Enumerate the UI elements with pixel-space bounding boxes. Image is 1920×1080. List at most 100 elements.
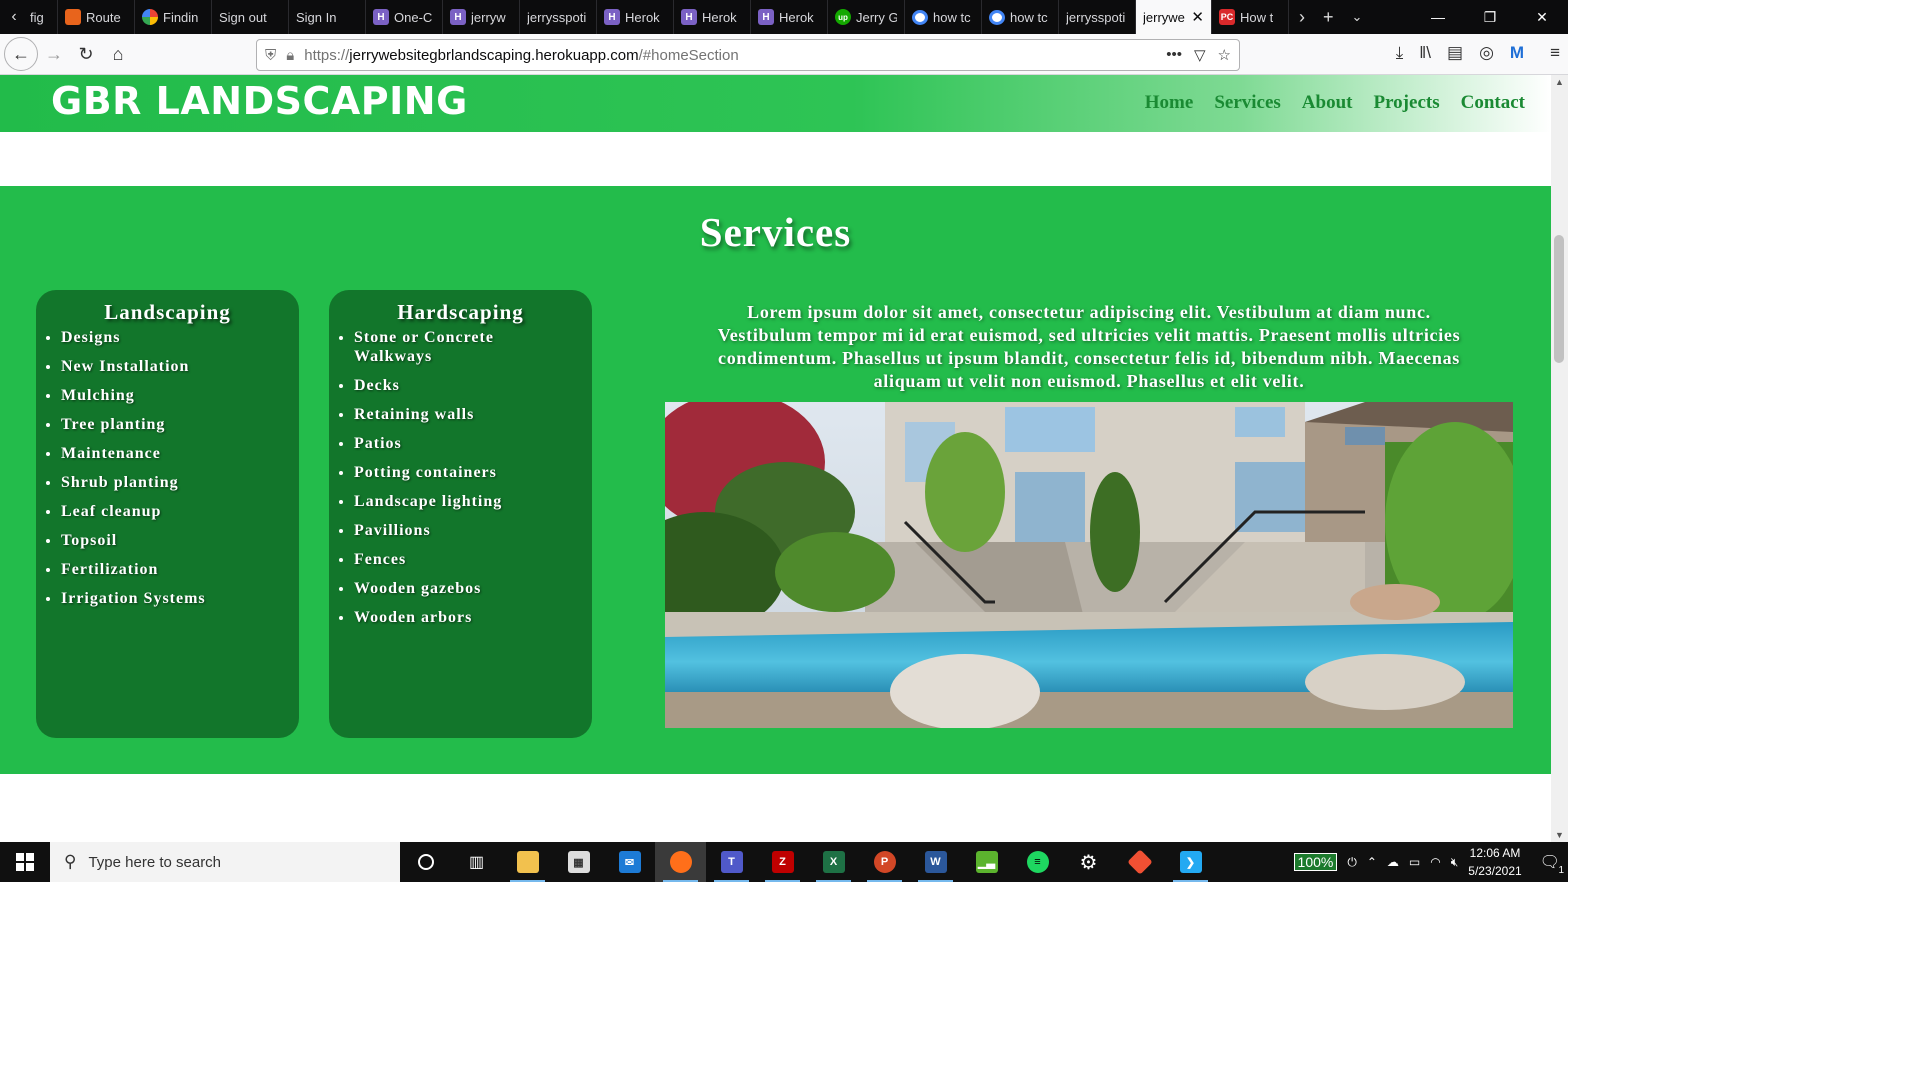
scrollbar-thumb[interactable] (1554, 235, 1564, 363)
file-explorer-icon[interactable] (502, 842, 553, 882)
back-button[interactable]: ← (4, 37, 38, 71)
heroku-favicon-icon: H (450, 9, 466, 25)
store-icon[interactable]: ▦ (553, 842, 604, 882)
nav-about[interactable]: About (1302, 92, 1353, 114)
browser-tab[interactable]: Route (58, 0, 135, 34)
tab-label: How t (1240, 9, 1274, 25)
restore-icon[interactable]: ❐ (1464, 9, 1516, 26)
services-description: Lorem ipsum dolor sit amet, consectetur … (717, 302, 1461, 391)
browser-tab-strip: ‹ fig Route Findin Sign out Sign In H One-C Hje… (0, 0, 1568, 34)
settings-gear-icon[interactable]: ⚙ (1063, 842, 1114, 882)
backyard-pool-photo (665, 402, 1513, 728)
tab-label: Route (86, 9, 121, 25)
browser-tab[interactable]: Sign In (289, 0, 366, 34)
wifi-icon[interactable]: ◠ (1430, 855, 1440, 869)
power-plug-icon: ⏻ (1347, 854, 1357, 869)
show-hidden-icons-icon[interactable]: ⌃ (1367, 855, 1377, 869)
tab-label: fig (30, 9, 44, 25)
battery-percent[interactable]: 100% (1293, 853, 1338, 871)
tab-label: jerrysspoti (1066, 9, 1126, 25)
landscaping-item: New Installation (61, 357, 299, 376)
numbers-app-icon[interactable]: ▁▃ (961, 842, 1012, 882)
new-tab-icon[interactable]: + (1323, 7, 1334, 28)
mail-icon[interactable]: ✉ (604, 842, 655, 882)
nav-contact[interactable]: Contact (1461, 92, 1525, 114)
taskbar-search[interactable]: ⚲ Type here to search (50, 842, 400, 882)
browser-tab[interactable]: H One-C (366, 0, 443, 34)
tracking-shield-icon[interactable]: ⛨ (265, 47, 276, 64)
route-favicon-icon (65, 9, 81, 25)
browser-tab[interactable]: how tc (905, 0, 982, 34)
downloads-icon[interactable]: ⤓ (1396, 43, 1404, 63)
browser-tab[interactable]: H Herok (751, 0, 828, 34)
heroku-favicon-icon: H (373, 9, 389, 25)
teams-icon[interactable]: T (706, 842, 757, 882)
browser-tab[interactable]: PC How t (1212, 0, 1289, 34)
volume-muted-icon[interactable]: 🔇︎ (1451, 855, 1459, 870)
hardscaping-item: Retaining walls (354, 405, 552, 424)
tab-list-menu-icon[interactable]: ⌄ (1352, 9, 1363, 25)
scroll-up-icon[interactable]: ▲ (1551, 77, 1568, 87)
browser-tab[interactable]: jerrysspoti (1059, 0, 1136, 34)
close-window-icon[interactable]: ✕ (1516, 9, 1568, 26)
sidebar-icon[interactable]: ▤ (1447, 43, 1463, 63)
pocket-icon[interactable]: ▽ (1194, 46, 1206, 64)
battery-icon[interactable]: ▭ (1409, 855, 1420, 869)
start-button[interactable] (0, 842, 50, 882)
cortana-icon[interactable] (400, 842, 451, 882)
spotify-icon[interactable]: ≡ (1012, 842, 1063, 882)
home-button[interactable]: ⌂ (102, 38, 134, 70)
url-bar[interactable]: ⛨ 🔒︎ https://jerrywebsitegbrlandscaping.… (256, 39, 1240, 71)
browser-tab[interactable]: jerrysspoti (520, 0, 597, 34)
excel-icon[interactable]: X (808, 842, 859, 882)
browser-tab[interactable]: H Herok (674, 0, 751, 34)
browser-tab[interactable]: Hjerryw (443, 0, 520, 34)
filezilla-icon[interactable]: Z (757, 842, 808, 882)
page-scrollbar[interactable]: ▲ ▼ (1551, 75, 1568, 842)
site-logo[interactable]: GBR LANDSCAPING (51, 79, 468, 123)
nav-home[interactable]: Home (1145, 92, 1194, 114)
powerpoint-icon[interactable]: P (859, 842, 910, 882)
library-icon[interactable]: ‖\ (1419, 43, 1431, 63)
landscaping-item: Shrub planting (61, 473, 299, 492)
firefox-icon[interactable] (655, 842, 706, 882)
bookmark-star-icon[interactable]: ☆ (1218, 46, 1231, 64)
browser-tab[interactable]: fig (28, 0, 58, 34)
toolbar-right: ⤓ ‖\ ▤ ◎ M ≡ (1396, 43, 1560, 63)
heroku-favicon-icon: H (681, 9, 697, 25)
site-header: GBR LANDSCAPING Home Services About Proj… (0, 75, 1551, 132)
browser-tab[interactable]: up Jerry G (828, 0, 905, 34)
browser-tab[interactable]: Findin (135, 0, 212, 34)
vscode-icon[interactable]: ❯ (1165, 842, 1216, 882)
reload-button[interactable]: ↻ (70, 38, 102, 70)
nav-projects[interactable]: Projects (1373, 92, 1439, 114)
browser-tab[interactable]: H Herok (597, 0, 674, 34)
tab-scroll-right-icon[interactable]: › (1299, 7, 1305, 28)
services-heading: Services (699, 209, 852, 255)
onedrive-cloud-icon[interactable]: ☁ (1387, 855, 1399, 869)
word-icon[interactable]: W (910, 842, 961, 882)
tab-scroll-left-icon[interactable]: ‹ (0, 0, 28, 34)
clock[interactable]: 12:06 AM 5/23/2021 (1468, 844, 1521, 880)
landscaping-item: Irrigation Systems (61, 589, 299, 608)
forward-button[interactable]: → (38, 38, 70, 70)
page-actions-icon[interactable]: ••• (1166, 46, 1182, 64)
account-icon[interactable]: ◎ (1479, 43, 1494, 63)
minimize-icon[interactable]: — (1412, 9, 1464, 25)
landscaping-item: Fertilization (61, 560, 299, 579)
close-tab-icon[interactable]: ✕ (1191, 8, 1204, 26)
browser-tab[interactable]: how tc (982, 0, 1059, 34)
nav-services[interactable]: Services (1214, 92, 1280, 114)
landscaping-item: Topsoil (61, 531, 299, 550)
hardscaping-item: Wooden gazebos (354, 579, 552, 598)
scroll-down-icon[interactable]: ▼ (1551, 830, 1568, 840)
browser-tab[interactable]: Sign out (212, 0, 289, 34)
task-view-icon[interactable]: ▥ (451, 842, 502, 882)
extension-icon[interactable]: M (1510, 43, 1524, 63)
menu-icon[interactable]: ≡ (1550, 43, 1560, 63)
notifications-icon[interactable]: 🗨︎ 1 (1540, 852, 1564, 876)
tab-active[interactable]: jerrywe ✕ (1136, 0, 1212, 34)
window-controls: — ❐ ✕ (1412, 0, 1568, 34)
tab-label: Herok (625, 9, 660, 25)
git-icon[interactable] (1114, 842, 1165, 882)
